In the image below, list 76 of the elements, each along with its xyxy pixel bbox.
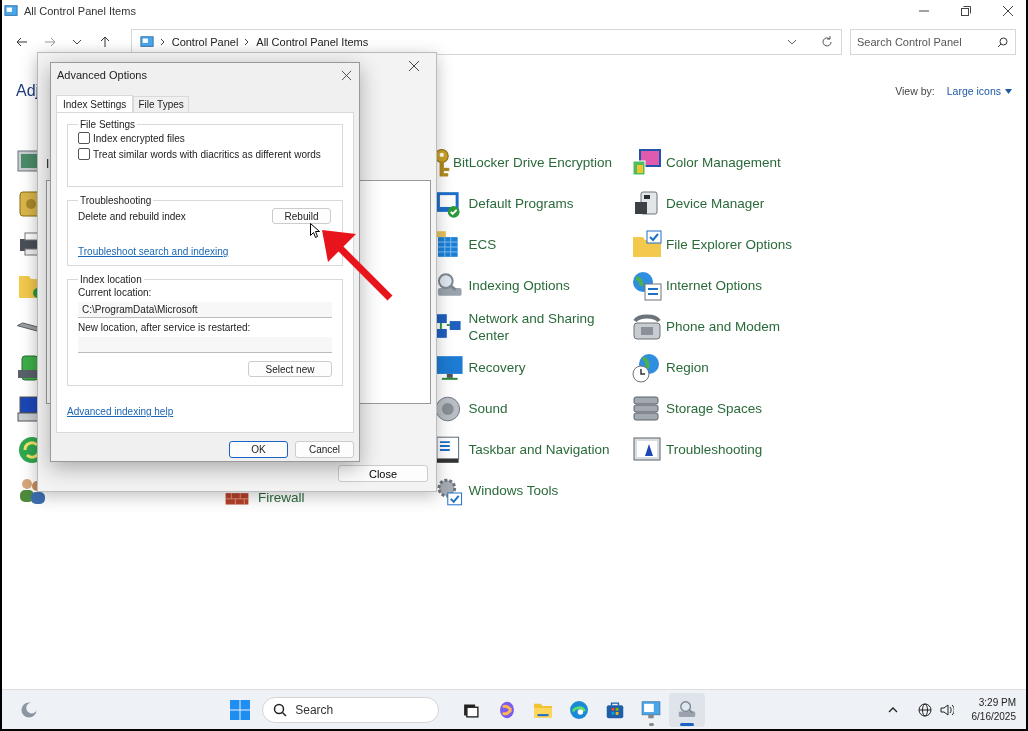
mouse-cursor-icon <box>310 223 320 238</box>
window-title: All Control Panel Items <box>24 5 136 17</box>
control-panel-item[interactable]: Recovery <box>468 359 631 376</box>
control-panel-item[interactable]: BitLocker Drive Encryption <box>453 154 618 171</box>
field-label: Current location: <box>78 287 153 298</box>
view-by-dropdown[interactable]: Large icons <box>946 85 1012 97</box>
control-panel-item[interactable]: Device Manager <box>666 195 831 212</box>
control-panel-item[interactable]: Troubleshooting <box>666 441 831 458</box>
refresh-icon[interactable] <box>821 36 833 48</box>
restore-icon <box>961 6 971 16</box>
up-arrow-icon <box>99 36 110 48</box>
control-panel-item[interactable]: ECS <box>468 236 631 253</box>
minimize-icon <box>919 10 929 12</box>
cancel-button[interactable]: Cancel <box>295 441 354 458</box>
speaker-icon[interactable] <box>939 702 954 717</box>
chevron-icon <box>244 38 251 46</box>
new-location-field[interactable] <box>78 337 332 353</box>
breadcrumb[interactable]: Control Panel <box>171 36 239 48</box>
group-title: Index location <box>79 274 143 285</box>
tab[interactable]: File Types <box>133 96 189 112</box>
control-panel-item[interactable]: Phone and Modem <box>666 318 831 335</box>
checkbox[interactable] <box>78 148 90 160</box>
dropdown-icon[interactable] <box>787 38 797 46</box>
close-button[interactable]: Close <box>338 465 428 482</box>
close-icon <box>408 60 420 72</box>
select-new-button[interactable]: Select new <box>248 361 332 377</box>
globe-checklist-icon <box>631 269 663 302</box>
search-icon <box>273 702 288 717</box>
help-link[interactable]: Advanced indexing help <box>67 406 174 417</box>
checkbox-label[interactable]: Index encrypted files <box>93 132 185 144</box>
breadcrumb[interactable]: All Control Panel Items <box>256 36 369 48</box>
control-panel-item[interactable]: Firewall <box>258 490 305 505</box>
field-label: New location, after service is restarted: <box>78 322 252 333</box>
control-panel-item[interactable]: Network and Sharing Center <box>468 309 631 344</box>
control-panel-item[interactable]: Windows Tools <box>468 482 631 499</box>
control-panel-item[interactable]: Taskbar and Navigation <box>468 441 631 458</box>
taskbar-search-field[interactable]: Search <box>262 696 440 723</box>
ok-button[interactable]: OK <box>229 441 288 458</box>
control-panel-item[interactable]: Region <box>666 359 831 376</box>
group-title: Troubleshooting <box>79 195 153 206</box>
rebuild-button[interactable]: Rebuild <box>272 208 331 224</box>
control-panel-item[interactable]: Storage Spaces <box>666 400 831 417</box>
clock[interactable]: 3:29 PM 6/16/2025 <box>971 695 1016 724</box>
control-panel-item[interactable]: Internet Options <box>666 277 831 294</box>
back-arrow-icon <box>15 37 28 47</box>
close-icon <box>1003 6 1013 16</box>
chevron-up-icon[interactable] <box>887 705 898 714</box>
search-field[interactable]: Search Control Panel <box>850 29 1016 55</box>
chevron-icon <box>159 38 166 46</box>
checkbox[interactable] <box>78 132 90 144</box>
caret-icon <box>1005 88 1012 94</box>
date: 6/16/2025 <box>971 709 1016 724</box>
current-location-field[interactable]: C:\ProgramData\Microsoft <box>78 302 332 318</box>
windows-logo-icon <box>230 699 251 720</box>
globe-icon[interactable] <box>917 702 932 717</box>
control-panel-item[interactable]: Default Programs <box>468 195 631 212</box>
search-icon <box>997 37 1008 48</box>
forward-arrow-icon <box>43 37 56 47</box>
control-panel-item[interactable]: Color Management <box>666 154 831 171</box>
checkbox-label[interactable]: Treat similar words with diacritics as different words <box>93 148 321 160</box>
tab[interactable]: Index Settings <box>56 95 134 112</box>
dialog-title: Advanced Options <box>57 69 147 81</box>
rebuild-label: Delete and rebuild index <box>78 210 186 222</box>
view-by-label: View by: <box>895 85 935 97</box>
close-icon <box>340 69 352 81</box>
chevron-down-icon <box>72 39 83 45</box>
time: 3:29 PM <box>978 695 1016 710</box>
control-panel-item[interactable]: File Explorer Options <box>666 236 831 253</box>
group-title: File Settings <box>79 119 137 130</box>
control-panel-item[interactable]: Indexing Options <box>468 277 631 294</box>
browser-icon <box>568 698 591 721</box>
label-fragment: I <box>46 157 50 171</box>
troubleshoot-link[interactable]: Troubleshoot search and indexing <box>78 246 229 257</box>
control-panel-item[interactable]: Sound <box>468 400 631 417</box>
monitor-chart-icon <box>640 698 663 721</box>
control-panel-icon <box>139 35 154 49</box>
